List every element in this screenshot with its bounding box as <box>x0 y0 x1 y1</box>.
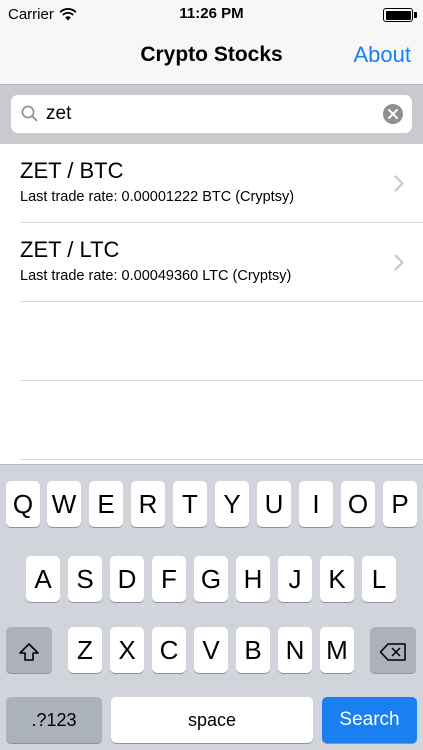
search-input[interactable] <box>46 99 366 129</box>
key-n[interactable]: N <box>278 627 312 673</box>
key-d[interactable]: D <box>110 556 144 602</box>
row-divider <box>20 380 423 381</box>
search-bar <box>0 84 423 144</box>
numbers-key[interactable]: .?123 <box>6 697 102 743</box>
row-divider <box>20 459 423 460</box>
chevron-right-icon <box>394 175 404 197</box>
key-q[interactable]: Q <box>6 481 40 527</box>
key-h[interactable]: H <box>236 556 270 602</box>
search-field[interactable] <box>11 95 412 133</box>
space-key[interactable]: space <box>111 697 313 743</box>
about-button[interactable]: About <box>354 42 412 68</box>
battery-icon <box>383 8 417 22</box>
clear-icon[interactable] <box>383 104 403 124</box>
results-list: ZET / BTC Last trade rate: 0.00001222 BT… <box>0 144 423 464</box>
list-item[interactable]: ZET / LTC Last trade rate: 0.00049360 LT… <box>0 223 423 302</box>
key-v[interactable]: V <box>194 627 228 673</box>
key-w[interactable]: W <box>47 481 81 527</box>
status-time: 11:26 PM <box>179 5 244 22</box>
key-g[interactable]: G <box>194 556 228 602</box>
key-m[interactable]: M <box>320 627 354 673</box>
key-x[interactable]: X <box>110 627 144 673</box>
search-key[interactable]: Search <box>322 697 417 743</box>
shift-key[interactable] <box>6 627 52 673</box>
key-k[interactable]: K <box>320 556 354 602</box>
navigation-bar: Crypto Stocks About <box>0 30 423 84</box>
backspace-icon <box>379 635 407 665</box>
key-a[interactable]: A <box>26 556 60 602</box>
key-l[interactable]: L <box>362 556 396 602</box>
key-o[interactable]: O <box>341 481 375 527</box>
row-divider <box>20 301 423 302</box>
keyboard: Q W E R T Y U I O P A S D F G H J K L Z … <box>0 464 423 750</box>
key-r[interactable]: R <box>131 481 165 527</box>
key-s[interactable]: S <box>68 556 102 602</box>
key-f[interactable]: F <box>152 556 186 602</box>
shift-icon <box>18 635 40 665</box>
search-icon <box>21 105 38 127</box>
status-bar: Carrier 11:26 PM <box>0 0 423 30</box>
key-c[interactable]: C <box>152 627 186 673</box>
backspace-key[interactable] <box>370 627 416 673</box>
key-z[interactable]: Z <box>68 627 102 673</box>
pair-title: ZET / LTC <box>20 237 120 262</box>
pair-rate: Last trade rate: 0.00001222 BTC (Cryptsy… <box>20 189 295 205</box>
key-b[interactable]: B <box>236 627 270 673</box>
key-i[interactable]: I <box>299 481 333 527</box>
pair-title: ZET / BTC <box>20 158 124 183</box>
key-e[interactable]: E <box>89 481 123 527</box>
list-item[interactable]: ZET / BTC Last trade rate: 0.00001222 BT… <box>0 144 423 223</box>
key-t[interactable]: T <box>173 481 207 527</box>
key-y[interactable]: Y <box>215 481 249 527</box>
pair-rate: Last trade rate: 0.00049360 LTC (Cryptsy… <box>20 268 292 284</box>
chevron-right-icon <box>394 254 404 276</box>
key-p[interactable]: P <box>383 481 417 527</box>
key-j[interactable]: J <box>278 556 312 602</box>
key-u[interactable]: U <box>257 481 291 527</box>
